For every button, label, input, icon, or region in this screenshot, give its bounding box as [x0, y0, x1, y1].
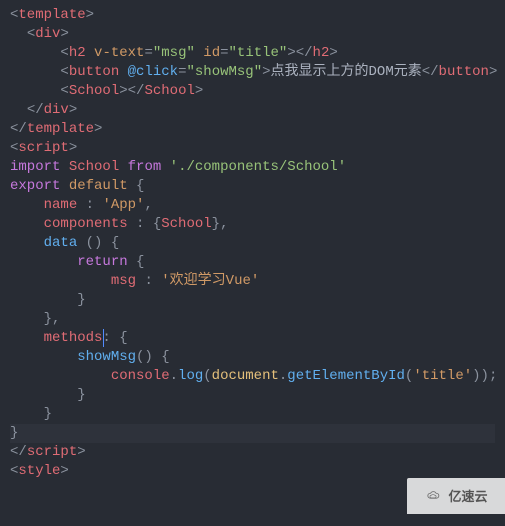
- code-line[interactable]: <div>: [10, 25, 495, 44]
- code-line[interactable]: showMsg() {: [10, 348, 495, 367]
- code-line[interactable]: </div>: [10, 101, 495, 120]
- code-line[interactable]: console.log(document.getElementById('tit…: [10, 367, 495, 386]
- code-editor[interactable]: <template> <div> <h2 v-text="msg" id="ti…: [10, 6, 495, 481]
- code-line[interactable]: <h2 v-text="msg" id="title"></h2>: [10, 44, 495, 63]
- code-line[interactable]: <button @click="showMsg">点我显示上方的DOM元素</b…: [10, 63, 495, 82]
- code-line[interactable]: return {: [10, 253, 495, 272]
- code-line[interactable]: </script>: [10, 443, 495, 462]
- code-line[interactable]: data () {: [10, 234, 495, 253]
- code-line[interactable]: msg : '欢迎学习Vue': [10, 272, 495, 291]
- code-line[interactable]: }: [10, 386, 495, 405]
- code-line[interactable]: methods: {: [10, 329, 495, 348]
- code-line[interactable]: </template>: [10, 120, 495, 139]
- code-line[interactable]: }: [10, 424, 495, 443]
- cloud-icon: [424, 489, 446, 503]
- code-line[interactable]: },: [10, 310, 495, 329]
- code-line[interactable]: <template>: [10, 6, 495, 25]
- code-line[interactable]: }: [10, 291, 495, 310]
- code-line[interactable]: name : 'App',: [10, 196, 495, 215]
- code-line[interactable]: import School from './components/School': [10, 158, 495, 177]
- code-line[interactable]: <script>: [10, 139, 495, 158]
- watermark-text: 亿速云: [448, 487, 487, 506]
- watermark-logo: 亿速云: [407, 478, 505, 514]
- code-line[interactable]: components : {School},: [10, 215, 495, 234]
- code-line[interactable]: }: [10, 405, 495, 424]
- code-line[interactable]: export default {: [10, 177, 495, 196]
- code-line[interactable]: <School></School>: [10, 82, 495, 101]
